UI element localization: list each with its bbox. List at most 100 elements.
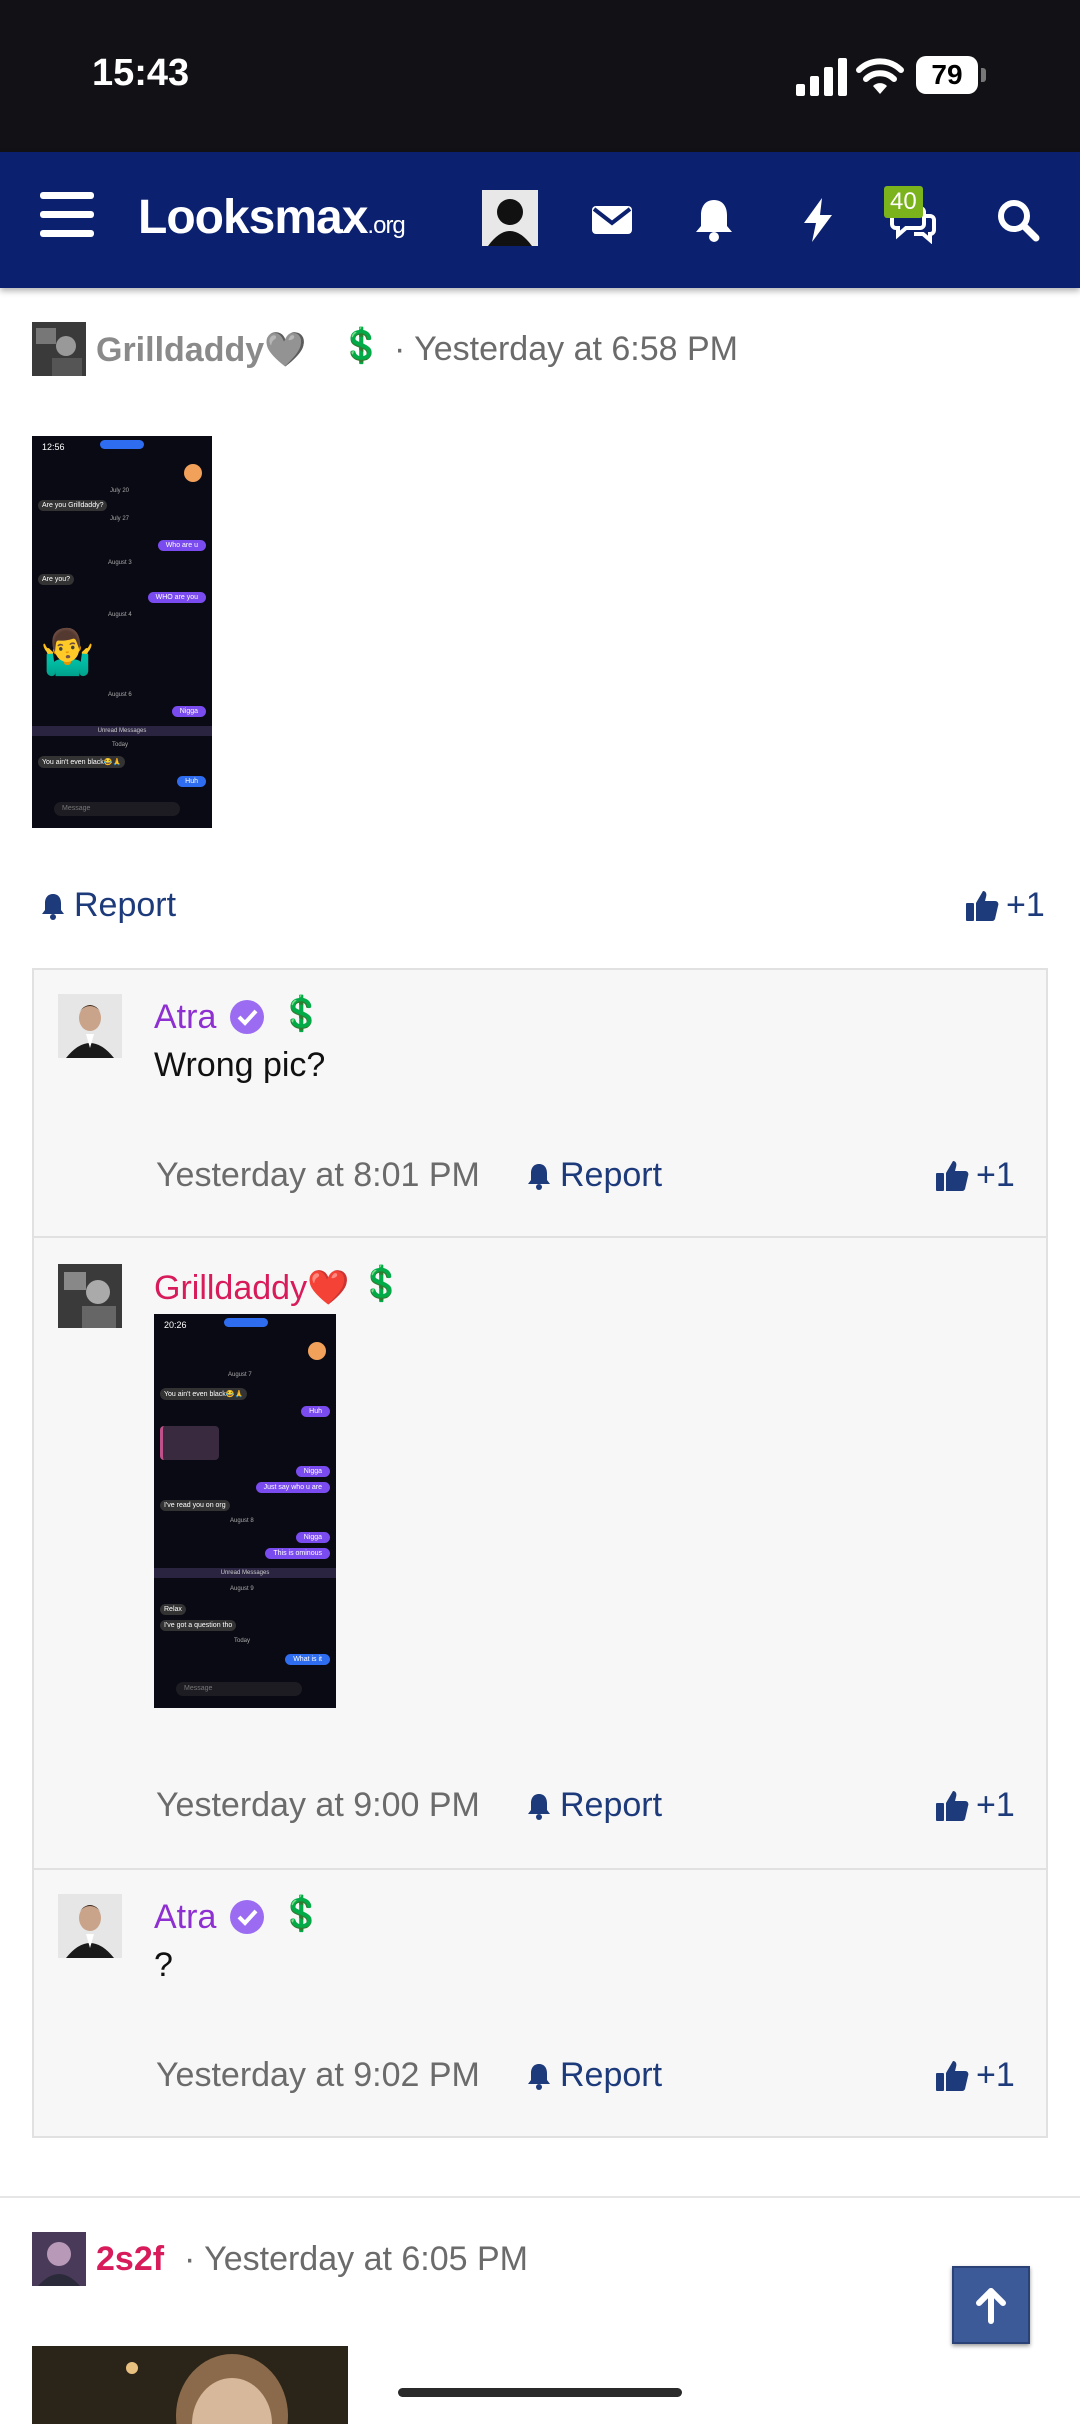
comment-timestamp[interactable]: Yesterday at 9:02 PM	[156, 2056, 480, 2095]
reaction-count: +1	[1006, 886, 1045, 924]
verified-check-icon	[230, 1900, 264, 1934]
like-button[interactable]: +1	[934, 1156, 1015, 1195]
date-label: July 20	[110, 488, 130, 494]
bell-icon[interactable]	[690, 196, 738, 244]
report-link[interactable]: Report	[524, 1156, 662, 1195]
received-message: You ain't even black😂🙏	[38, 756, 126, 768]
logo-suffix: .org	[367, 212, 405, 239]
attachment-contact-avatar	[184, 464, 202, 482]
post-attachment-image[interactable]: 12:56 July 20 Are you Grilldaddy? July 2…	[32, 436, 212, 828]
wifi-icon	[856, 58, 904, 94]
like-button[interactable]: +1	[934, 1786, 1015, 1825]
site-logo[interactable]: Looksmax.org	[138, 190, 406, 245]
comment-author-name[interactable]: Atra	[154, 998, 216, 1037]
bell-icon	[528, 2063, 550, 2090]
verified-check-icon	[230, 1000, 264, 1034]
reaction-count: +1	[976, 2056, 1015, 2094]
next-post-author-avatar[interactable]	[32, 2232, 86, 2286]
received-message: Are you?	[38, 574, 75, 585]
attachment-time: 12:56	[42, 442, 65, 452]
thumbs-up-icon	[936, 1160, 969, 1191]
report-link[interactable]: Report	[38, 886, 176, 925]
comment-divider	[34, 1868, 1046, 1870]
report-link[interactable]: Report	[524, 1786, 662, 1825]
arrow-up-icon	[976, 2288, 1006, 2324]
reaction-count: +1	[976, 1156, 1015, 1194]
bell-icon	[42, 893, 64, 920]
inbox-icon[interactable]	[588, 196, 636, 244]
comment-author-avatar[interactable]	[58, 1264, 122, 1328]
status-bar: 15:43 79	[0, 0, 1080, 152]
battery-indicator: 79	[916, 56, 986, 94]
author-dollar-badge: 💲	[340, 327, 383, 365]
attachment-contact-avatar	[308, 1342, 326, 1360]
comment-author-name[interactable]: Atra	[154, 1898, 216, 1937]
menu-icon[interactable]	[40, 192, 94, 238]
like-button[interactable]: +1	[964, 886, 1045, 925]
conversations-badge: 40	[884, 186, 923, 218]
date-label: July 27	[110, 516, 130, 522]
search-icon[interactable]	[994, 196, 1042, 244]
post-author-name[interactable]: Grilldaddy🩶	[96, 330, 306, 370]
reply-quote	[160, 1426, 219, 1460]
date-label: August 6	[108, 692, 132, 698]
home-indicator[interactable]	[398, 2388, 682, 2397]
date-label: August 9	[230, 1586, 254, 1592]
comment-text: ?	[154, 1946, 173, 1984]
next-post-author-name[interactable]: 2s2f	[96, 2240, 164, 2279]
lightning-icon[interactable]	[794, 196, 842, 244]
sent-message: Huh	[177, 776, 206, 787]
received-message: I've read you on org	[160, 1500, 230, 1511]
thumbs-up-icon	[966, 890, 999, 921]
comment-text: Wrong pic?	[154, 1046, 326, 1084]
date-label: August 3	[108, 560, 132, 566]
logo-text: Looksmax	[138, 191, 368, 244]
sent-message: Just say who u are	[255, 1482, 330, 1493]
status-time: 15:43	[92, 52, 190, 94]
message-input-preview: Message	[54, 802, 180, 816]
unread-divider: Unread Messages	[32, 726, 212, 736]
next-post-attachment-image[interactable]	[32, 2346, 348, 2424]
comment-author-name[interactable]: Grilldaddy❤️	[154, 1268, 349, 1308]
received-message: Relax	[160, 1604, 186, 1615]
post-author-avatar[interactable]	[32, 322, 86, 376]
thumbs-up-icon	[936, 2060, 969, 2091]
next-post-timestamp[interactable]: · Yesterday at 6:05 PM	[184, 2240, 528, 2279]
received-message: Are you Grilldaddy?	[38, 500, 108, 511]
received-message: You ain't even black😂🙏	[160, 1388, 248, 1400]
bell-icon	[528, 1163, 550, 1190]
comment-attachment-image[interactable]: 20:26 August 7 You ain't even black😂🙏 Hu…	[154, 1314, 336, 1708]
comment-timestamp[interactable]: Yesterday at 9:00 PM	[156, 1786, 480, 1825]
report-label: Report	[560, 1156, 663, 1194]
comment-author-avatar[interactable]	[58, 1894, 122, 1958]
reaction-count: +1	[976, 1786, 1015, 1824]
scroll-to-top-button[interactable]	[952, 2266, 1030, 2344]
attachment-status-pill	[224, 1318, 268, 1327]
author-dollar-badge: 💲	[280, 995, 323, 1033]
message-input-preview: Message	[176, 1682, 302, 1696]
top-navbar: Looksmax.org 40	[0, 152, 1080, 288]
attachment-time: 20:26	[164, 1320, 187, 1330]
author-dollar-badge: 💲	[360, 1265, 403, 1303]
like-button[interactable]: +1	[934, 2056, 1015, 2095]
signal-icon	[796, 58, 847, 96]
comment-author-avatar[interactable]	[58, 994, 122, 1058]
report-label: Report	[560, 1786, 663, 1824]
report-label: Report	[74, 886, 177, 924]
attachment-status-pill	[100, 440, 144, 449]
date-label: Today	[234, 1638, 251, 1644]
post-timestamp[interactable]: · Yesterday at 6:58 PM	[394, 330, 738, 369]
sent-message: Who are u	[157, 540, 206, 551]
author-dollar-badge: 💲	[280, 1895, 323, 1933]
shrug-emoji-sticker: 🤷‍♂️	[40, 628, 95, 677]
report-link[interactable]: Report	[524, 2056, 662, 2095]
sent-message: This is ominous	[265, 1548, 330, 1559]
sent-message: Nigga	[295, 1532, 330, 1543]
sent-message: Huh	[301, 1406, 330, 1417]
sent-message: Nigga	[171, 706, 206, 717]
bell-icon	[528, 1793, 550, 1820]
user-avatar[interactable]	[482, 190, 538, 246]
sent-message: Nigga	[295, 1466, 330, 1477]
date-label: August 8	[230, 1518, 254, 1524]
comment-timestamp[interactable]: Yesterday at 8:01 PM	[156, 1156, 480, 1195]
